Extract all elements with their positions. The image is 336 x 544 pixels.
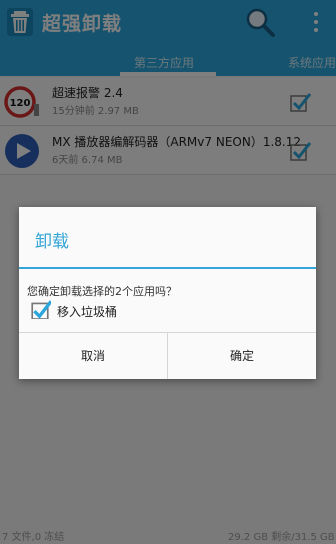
dialog-divider [19,267,316,269]
move-to-trash-checkbox[interactable] [29,299,51,319]
cancel-button[interactable]: 取消 [19,333,167,379]
confirm-button[interactable]: 确定 [168,333,316,379]
dialog-message: 您确定卸载选择的2个应用吗？ [27,285,177,298]
dialog-title: 卸载 [35,232,69,252]
move-to-trash-label[interactable]: 移入垃圾桶 [57,303,117,320]
uninstall-dialog: 卸载 您确定卸载选择的2个应用吗？ 移入垃圾桶 取消 确定 [19,207,316,379]
